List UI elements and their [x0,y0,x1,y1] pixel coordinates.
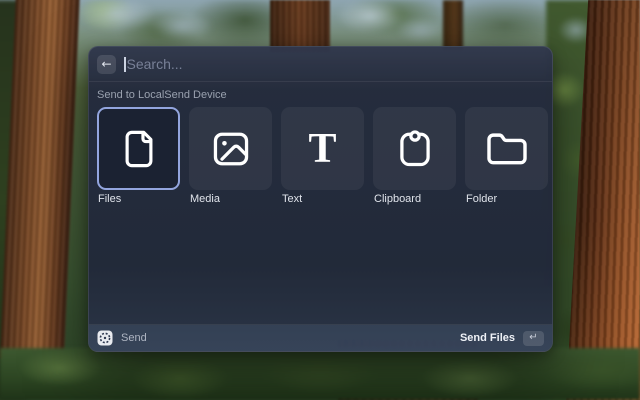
tile-label: Media [189,193,272,205]
active-command[interactable]: Send [97,330,147,346]
wallpaper-trunk-thin [443,0,463,50]
action-bar: Send Send Files ↵ [89,325,552,351]
grid-item-clipboard: Clipboard [373,107,456,205]
wallpaper-trunk-center [270,0,330,52]
send-files-button[interactable]: Send Files ↵ [460,331,544,346]
tile-label: Clipboard [373,193,456,205]
file-icon [120,128,158,170]
tile-label: Folder [465,193,548,205]
tile-label: Files [97,193,180,205]
arrow-left-icon: ← [101,55,111,74]
search-bar: ← Search... [89,47,552,81]
tile-text[interactable]: T [281,107,364,190]
text-caret [124,57,126,72]
tile-folder[interactable] [465,107,548,190]
primary-action-label: Send Files [460,332,515,344]
tile-files[interactable] [97,107,180,190]
screen: ← Search... Send to LocalSend Device Fil… [0,0,640,400]
grid-item-files: Files [97,107,180,205]
tile-label: Text [281,193,364,205]
send-options-grid: Files Media T Text [89,107,552,205]
localsend-launcher-panel: ← Search... Send to LocalSend Device Fil… [88,46,553,352]
text-icon: T [308,128,336,170]
grid-item-folder: Folder [465,107,548,205]
localsend-logo-icon [97,330,113,346]
clipboard-icon [397,128,433,170]
grid-item-media: Media [189,107,272,205]
tile-clipboard[interactable] [373,107,456,190]
tile-media[interactable] [189,107,272,190]
folder-icon [486,131,528,167]
section-header: Send to LocalSend Device [89,82,552,107]
command-label: Send [121,332,147,344]
grid-item-text: T Text [281,107,364,205]
search-input[interactable]: Search... [124,47,544,81]
image-icon [211,131,251,167]
search-placeholder: Search... [127,56,183,72]
panel-body-spacer [89,205,552,324]
wallpaper-bushes [0,348,640,400]
return-glyph: ↵ [529,333,537,343]
return-key-icon: ↵ [523,331,544,346]
back-button[interactable]: ← [97,55,116,74]
